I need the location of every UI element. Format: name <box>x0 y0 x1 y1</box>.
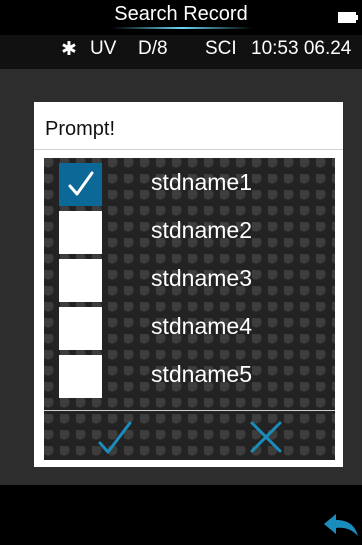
checkbox-unchecked[interactable] <box>59 355 102 398</box>
uv-mode: UV <box>90 38 117 59</box>
status-bar: ✱ UV D/8 SCI 10:53 06.24 <box>0 35 362 69</box>
checkbox-unchecked[interactable] <box>59 307 102 350</box>
list-item[interactable]: stdname4 <box>44 302 335 350</box>
dialog-title-divider <box>34 149 343 150</box>
checkmark-icon <box>68 171 94 196</box>
prompt-dialog: Prompt! stdname1 stdname2 stdname3 stdna… <box>34 102 343 467</box>
bluetooth-icon: ✱ <box>61 39 77 60</box>
back-arrow-icon[interactable] <box>322 509 360 539</box>
list-item-label: stdname5 <box>151 361 253 387</box>
list-item[interactable]: stdname3 <box>44 254 335 302</box>
title-bar: Search Record <box>0 0 362 35</box>
list-item[interactable]: stdname2 <box>44 206 335 254</box>
battery-icon <box>338 12 358 23</box>
checkbox-unchecked[interactable] <box>59 211 102 254</box>
checkbox-unchecked[interactable] <box>59 259 102 302</box>
checkmark-icon <box>98 421 132 454</box>
standard-list: stdname1 stdname2 stdname3 stdname4 stdn… <box>44 158 335 460</box>
cancel-button[interactable] <box>243 416 289 458</box>
dialog-title: Prompt! <box>45 118 116 140</box>
device-screen: Search Record ✱ UV D/8 SCI 10:53 06.24 P… <box>0 0 362 545</box>
sci-indicator: SCI <box>205 38 237 59</box>
list-item-label: stdname4 <box>151 313 253 339</box>
bottom-bar <box>0 485 362 545</box>
clock: 10:53 06.24 <box>251 38 352 59</box>
list-item-label: stdname3 <box>151 265 253 291</box>
cross-icon <box>250 421 282 453</box>
list-item[interactable]: stdname5 <box>44 350 335 398</box>
list-item[interactable]: stdname1 <box>44 158 335 206</box>
geometry-indicator: D/8 <box>138 38 168 59</box>
list-item-label: stdname2 <box>151 217 253 243</box>
list-item-label: stdname1 <box>151 169 253 195</box>
confirm-button[interactable] <box>92 416 138 458</box>
title-underline <box>112 27 252 29</box>
checkbox-checked[interactable] <box>59 163 102 206</box>
page-title: Search Record <box>114 3 248 25</box>
dialog-button-divider <box>44 410 335 411</box>
